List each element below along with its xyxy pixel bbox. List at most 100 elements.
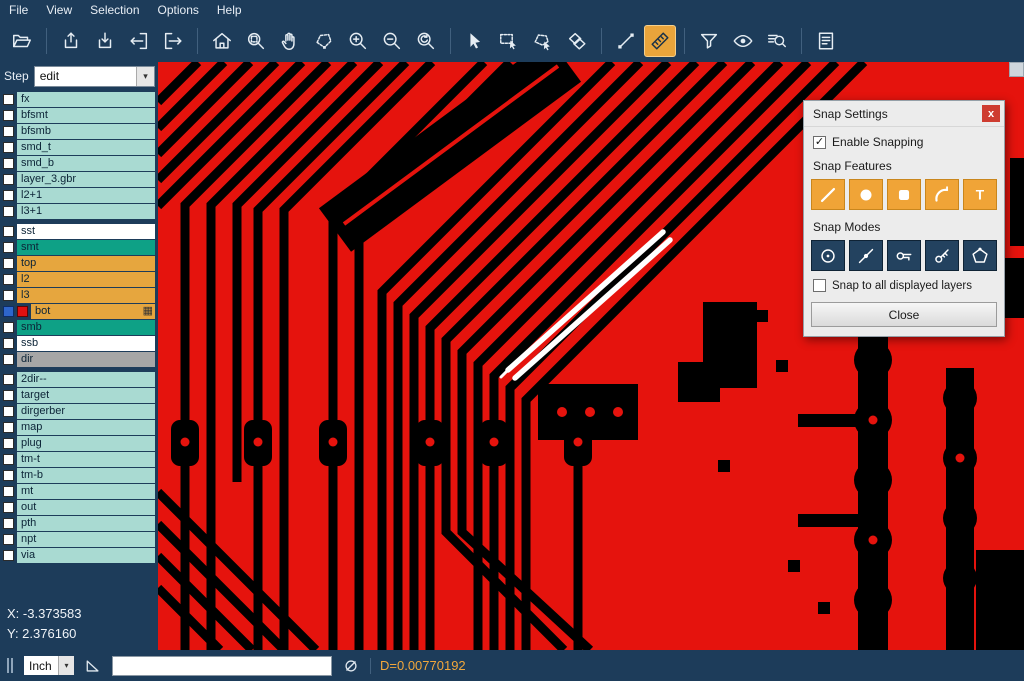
grid-icon[interactable]: ▦: [143, 304, 153, 319]
layer-row[interactable]: sst: [0, 224, 158, 239]
layer-row[interactable]: dirgerber: [0, 404, 158, 419]
layer-visibility-checkbox[interactable]: [3, 174, 14, 185]
layer-visibility-checkbox[interactable]: [3, 374, 14, 385]
report-button[interactable]: [810, 25, 842, 57]
layer-visibility-checkbox[interactable]: [3, 158, 14, 169]
layer-row[interactable]: 2dir--: [0, 372, 158, 387]
layer-visibility-checkbox[interactable]: [3, 550, 14, 561]
text-snap-button[interactable]: T: [963, 179, 997, 210]
layer-visibility-checkbox[interactable]: [3, 290, 14, 301]
open-folder-button[interactable]: [6, 25, 38, 57]
layer-visibility-checkbox[interactable]: [3, 142, 14, 153]
layer-row[interactable]: map: [0, 420, 158, 435]
layer-visibility-checkbox[interactable]: [3, 502, 14, 513]
key-snap-button[interactable]: [925, 240, 959, 271]
transform-button[interactable]: [561, 25, 593, 57]
home-view-button[interactable]: [206, 25, 238, 57]
layer-row[interactable]: target: [0, 388, 158, 403]
layer-visibility-checkbox[interactable]: [3, 518, 14, 529]
layer-row[interactable]: smd_b: [0, 156, 158, 171]
layer-visibility-checkbox[interactable]: [3, 242, 14, 253]
layer-row[interactable]: bfsmt: [0, 108, 158, 123]
layer-row[interactable]: smd_t: [0, 140, 158, 155]
scrollbar-corner[interactable]: [1009, 62, 1024, 77]
layer-row[interactable]: layer_3.gbr: [0, 172, 158, 187]
load-up-button[interactable]: [55, 25, 87, 57]
layer-visibility-checkbox[interactable]: [3, 406, 14, 417]
rect-select-button[interactable]: [493, 25, 525, 57]
layer-row[interactable]: bfsmb: [0, 124, 158, 139]
layer-row[interactable]: l2+1: [0, 188, 158, 203]
zoom-out-button[interactable]: [376, 25, 408, 57]
chevron-down-icon[interactable]: ▾: [136, 67, 154, 86]
line-snap-button[interactable]: [811, 179, 845, 210]
snap-all-layers-checkbox[interactable]: [813, 279, 826, 292]
layer-row[interactable]: npt: [0, 532, 158, 547]
layer-visibility-checkbox[interactable]: [3, 338, 14, 349]
pad-snap-button[interactable]: [887, 179, 921, 210]
import-button[interactable]: [123, 25, 155, 57]
chevron-down-icon[interactable]: ▾: [58, 656, 74, 675]
layer-row[interactable]: l3: [0, 288, 158, 303]
layer-visibility-checkbox[interactable]: [3, 422, 14, 433]
circle-snap-button[interactable]: [849, 179, 883, 210]
line-tool-button[interactable]: [610, 25, 642, 57]
filter-button[interactable]: [693, 25, 725, 57]
find-text-button[interactable]: [761, 25, 793, 57]
layer-row[interactable]: smb: [0, 320, 158, 335]
layer-visibility-checkbox[interactable]: [3, 206, 14, 217]
ortho-angle-icon[interactable]: [83, 656, 103, 676]
layer-row[interactable]: plug: [0, 436, 158, 451]
layer-row[interactable]: pth: [0, 516, 158, 531]
layer-row[interactable]: tm-t: [0, 452, 158, 467]
layer-visibility-checkbox[interactable]: [3, 438, 14, 449]
layer-visibility-checkbox[interactable]: [3, 486, 14, 497]
diameter-icon[interactable]: [341, 656, 361, 676]
command-input[interactable]: [112, 656, 332, 676]
enable-snapping-checkbox[interactable]: ✓: [813, 136, 826, 149]
menu-selection[interactable]: Selection: [81, 1, 148, 19]
unit-select[interactable]: Inch ▾: [24, 656, 74, 675]
layer-visibility-checkbox[interactable]: [3, 274, 14, 285]
menu-file[interactable]: File: [0, 1, 37, 19]
menu-help[interactable]: Help: [208, 1, 251, 19]
center-snap-button[interactable]: [811, 240, 845, 271]
select-pointer-button[interactable]: [459, 25, 491, 57]
layer-row[interactable]: via: [0, 548, 158, 563]
on-line-snap-button[interactable]: [849, 240, 883, 271]
zoom-in-button[interactable]: [342, 25, 374, 57]
close-icon[interactable]: x: [982, 105, 1000, 122]
layer-visibility-checkbox[interactable]: [3, 354, 14, 365]
layer-view-button[interactable]: [727, 25, 759, 57]
slot-snap-button[interactable]: [887, 240, 921, 271]
layer-visibility-checkbox[interactable]: [3, 126, 14, 137]
load-down-button[interactable]: [89, 25, 121, 57]
layer-visibility-checkbox[interactable]: [3, 306, 14, 317]
layer-row[interactable]: fx: [0, 92, 158, 107]
lasso-select-button[interactable]: [308, 25, 340, 57]
layer-row[interactable]: l2: [0, 272, 158, 287]
layer-visibility-checkbox[interactable]: [3, 190, 14, 201]
close-button[interactable]: Close: [811, 302, 997, 327]
vertex-snap-button[interactable]: [963, 240, 997, 271]
poly-select-button[interactable]: [527, 25, 559, 57]
menu-options[interactable]: Options: [149, 1, 208, 19]
layer-row[interactable]: smt: [0, 240, 158, 255]
ruler-tool-button[interactable]: [644, 25, 676, 57]
menu-view[interactable]: View: [37, 1, 81, 19]
zoom-previous-button[interactable]: [410, 25, 442, 57]
layer-row[interactable]: dir: [0, 352, 158, 367]
layer-visibility-checkbox[interactable]: [3, 110, 14, 121]
layer-row[interactable]: ssb: [0, 336, 158, 351]
layer-row[interactable]: l3+1: [0, 204, 158, 219]
layer-visibility-checkbox[interactable]: [3, 322, 14, 333]
step-select[interactable]: edit ▾: [34, 66, 155, 87]
layer-visibility-checkbox[interactable]: [3, 534, 14, 545]
layer-row-active[interactable]: bot▦: [0, 304, 158, 319]
layer-visibility-checkbox[interactable]: [3, 470, 14, 481]
layer-visibility-checkbox[interactable]: [3, 94, 14, 105]
layer-visibility-checkbox[interactable]: [3, 454, 14, 465]
layer-visibility-checkbox[interactable]: [3, 226, 14, 237]
zoom-window-button[interactable]: [240, 25, 272, 57]
layer-row[interactable]: tm-b: [0, 468, 158, 483]
